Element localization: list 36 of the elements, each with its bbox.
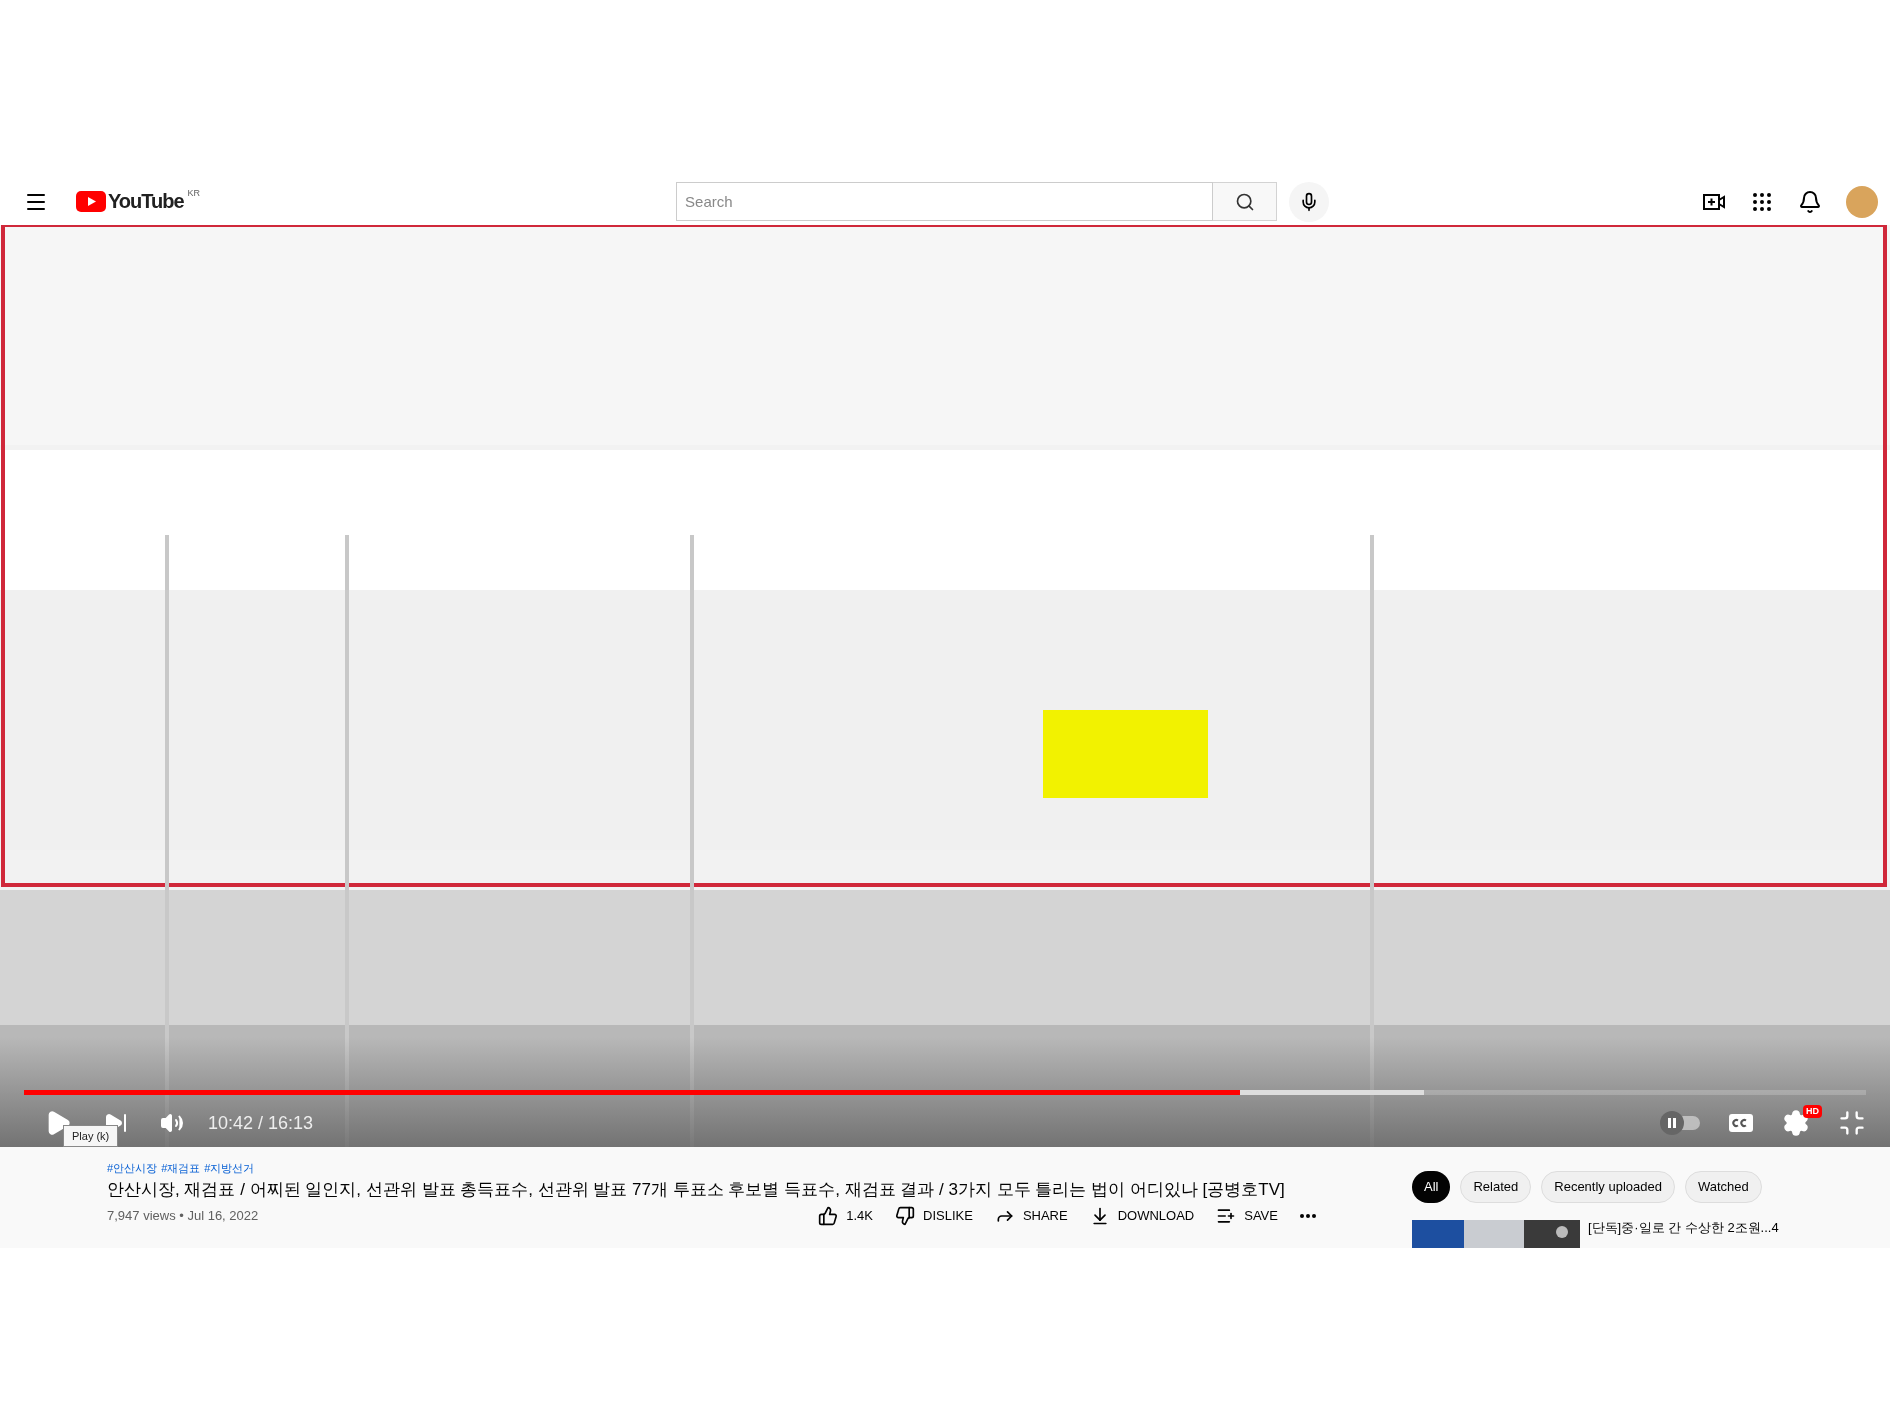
thumbs-down-icon <box>895 1206 915 1226</box>
filter-chip[interactable]: Recently uploaded <box>1541 1171 1675 1203</box>
bell-icon[interactable] <box>1798 189 1822 214</box>
progress-bar[interactable] <box>24 1090 1866 1095</box>
share-button[interactable]: SHARE <box>994 1206 1068 1226</box>
playlist-add-icon <box>1216 1206 1237 1226</box>
filter-chip[interactable]: Related <box>1460 1171 1532 1203</box>
video-title: 안산시장, 재검표 / 어찌된 일인지, 선관위 발표 총득표수, 선관위 발표 77개 투표소 후보별 득표수, 재검표 결과 / 3가지 모두 틀리는 법이 어디있나 [공병호TV] <box>107 1179 1286 1201</box>
hashtag-link[interactable]: #안산시장 <box>107 1161 158 1175</box>
search-button[interactable] <box>1213 182 1278 221</box>
exit-fullscreen-icon[interactable] <box>1838 1109 1866 1137</box>
search-icon <box>1234 191 1255 212</box>
hashtag-link[interactable]: #지방선거 <box>204 1161 255 1175</box>
time-display: 10:42 / 16:13 <box>208 1111 314 1135</box>
logo-text: YouTube <box>108 191 184 212</box>
more-icon <box>1299 1214 1316 1218</box>
filter-chip[interactable]: All <box>1412 1171 1451 1203</box>
more-button[interactable] <box>1299 1214 1316 1218</box>
related-video-title[interactable]: [단독]중·일로 간 수상한 2조원...4 <box>1588 1220 1779 1236</box>
hashtag-link[interactable]: #재검표 <box>161 1161 201 1175</box>
hd-badge: HD <box>1803 1105 1822 1118</box>
save-button[interactable]: SAVE <box>1216 1206 1278 1226</box>
filter-chip[interactable]: Watched <box>1684 1171 1762 1203</box>
volume-icon[interactable] <box>160 1111 184 1135</box>
download-button[interactable]: DOWNLOAD <box>1089 1206 1195 1226</box>
pause-icon <box>1668 1118 1676 1128</box>
search-field[interactable]: Search <box>676 182 1214 221</box>
captions-icon[interactable] <box>1728 1113 1754 1133</box>
country-code: KR <box>187 187 201 200</box>
tooltip: Play (k) <box>63 1124 119 1147</box>
dislike-button[interactable]: DISLIKE <box>895 1206 973 1226</box>
logo-icon <box>76 191 106 212</box>
view-count: 7,947 views • Jul 16, 2022 <box>107 1207 259 1226</box>
thumbs-up-icon <box>818 1206 839 1226</box>
autoplay-toggle[interactable] <box>1660 1111 1700 1135</box>
like-button[interactable]: 1.4K <box>818 1206 873 1226</box>
